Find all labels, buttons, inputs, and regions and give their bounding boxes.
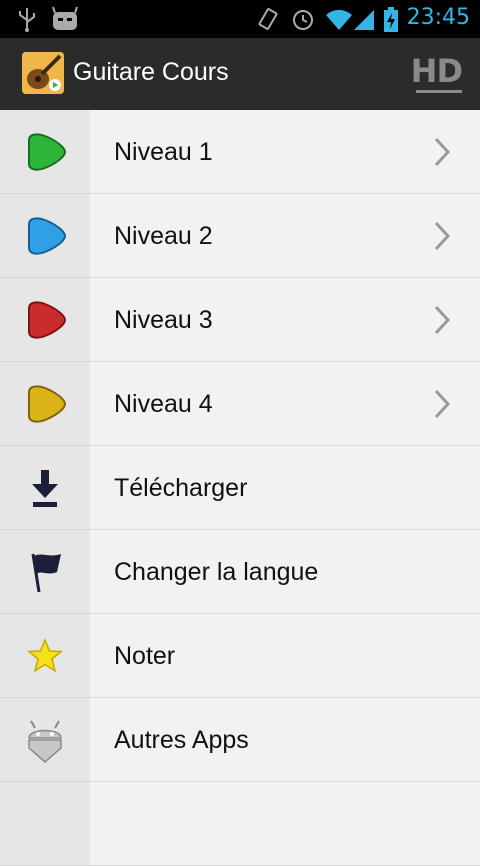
menu-item-label: Niveau 2: [114, 222, 213, 250]
menu-icon-cell: [0, 110, 90, 193]
wifi-icon: [326, 9, 352, 30]
action-bar: Guitare Cours HD: [0, 38, 480, 110]
menu-icon-cell: [0, 194, 90, 277]
yellow-pick-icon: [28, 385, 67, 423]
menu-item-changer-la-langue[interactable]: Changer la langue: [0, 530, 480, 614]
menu-item-niveau-4[interactable]: Niveau 4: [0, 362, 480, 446]
menu-icon-cell: [0, 278, 90, 361]
menu-icon-cell: [0, 362, 90, 445]
menu-item-label: Autres Apps: [114, 726, 249, 754]
menu-item-partial: [0, 782, 480, 866]
signal-icon: [354, 10, 374, 30]
menu-item-label: Niveau 3: [114, 306, 213, 334]
menu-item-niveau-3[interactable]: Niveau 3: [0, 278, 480, 362]
alarm-icon: [293, 10, 313, 30]
menu-icon-cell: [0, 530, 90, 613]
flag-icon: [31, 553, 61, 593]
menu-item-niveau-2[interactable]: Niveau 2: [0, 194, 480, 278]
red-pick-icon: [28, 301, 67, 339]
app-logo[interactable]: [22, 52, 64, 94]
blue-pick-icon: [28, 217, 67, 255]
download-icon: [32, 470, 58, 507]
menu-icon-cell: [0, 698, 90, 781]
android-icon: [28, 720, 62, 763]
menu-item-label: Niveau 4: [114, 390, 213, 418]
main-menu: Niveau 1 Niveau 2 Niveau 3 Niveau 4 Télé…: [0, 110, 480, 866]
menu-item-telecharger[interactable]: Télécharger: [0, 446, 480, 530]
battery-charging-icon: [384, 7, 398, 32]
menu-item-niveau-1[interactable]: Niveau 1: [0, 110, 480, 194]
status-bar: 23:45: [0, 0, 480, 38]
cyanogen-icon: [52, 6, 78, 30]
menu-item-noter[interactable]: Noter: [0, 614, 480, 698]
chevron-right-icon: [434, 137, 451, 167]
menu-item-label: Télécharger: [114, 474, 248, 502]
menu-icon-cell: [0, 782, 90, 865]
menu-item-label: Noter: [114, 642, 176, 670]
menu-icon-cell: [0, 446, 90, 529]
chevron-right-icon: [434, 389, 451, 419]
menu-item-label: Changer la langue: [114, 558, 319, 586]
menu-item-autres-apps[interactable]: Autres Apps: [0, 698, 480, 782]
status-clock: 23:45: [406, 5, 470, 30]
usb-icon: [19, 8, 35, 32]
vibrate-icon: [258, 8, 278, 30]
hd-label: HD: [410, 52, 463, 90]
guitar-icon: [22, 52, 64, 94]
chevron-right-icon: [434, 221, 451, 251]
green-pick-icon: [28, 133, 67, 171]
star-icon: [27, 638, 63, 673]
hd-underline: [416, 90, 462, 93]
chevron-right-icon: [434, 305, 451, 335]
menu-icon-cell: [0, 614, 90, 697]
app-title: Guitare Cours: [73, 58, 229, 86]
menu-item-label: Niveau 1: [114, 138, 213, 166]
